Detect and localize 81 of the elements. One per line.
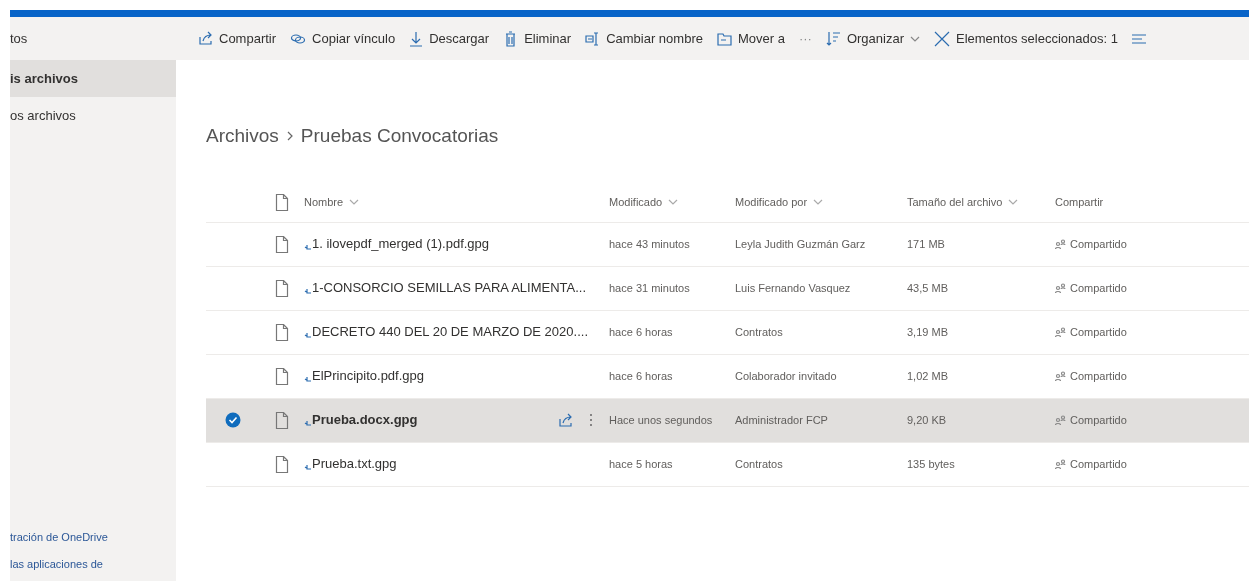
file-type-icon bbox=[275, 193, 289, 211]
people-icon bbox=[1055, 459, 1066, 469]
file-size: 1,02 MB bbox=[907, 369, 948, 382]
sidebar-link[interactable]: tración de OneDrive bbox=[10, 524, 176, 551]
file-row[interactable]: Prueba.docx.gpg Hace unos segundos Administrador FCP 9,20 KB Compartido bbox=[206, 398, 1249, 443]
sharing-status: Compartido bbox=[1070, 280, 1127, 296]
file-icon bbox=[275, 235, 289, 253]
modified-date: Hace unos segundos bbox=[609, 413, 713, 426]
file-icon bbox=[275, 411, 289, 429]
sharing-status: Compartido bbox=[1070, 368, 1127, 384]
file-name[interactable]: 1. ilovepdf_merged (1).pdf.gpg bbox=[312, 234, 490, 254]
sharing-status: Compartido bbox=[1070, 236, 1127, 252]
sidebar-item[interactable]: os archivos bbox=[10, 97, 176, 134]
modified-by: Colaborador invitado bbox=[735, 369, 837, 382]
breadcrumb-link[interactable]: Archivos bbox=[206, 122, 279, 151]
details-button[interactable] bbox=[1131, 33, 1146, 44]
modified-by: Luis Fernando Vasquez bbox=[735, 281, 851, 294]
people-icon bbox=[1055, 371, 1066, 381]
toolbar-button[interactable]: Copiar vínculo bbox=[290, 28, 396, 49]
sort-header[interactable]: Tamaño del archivo bbox=[907, 193, 1019, 211]
modified-date: hace 6 horas bbox=[609, 369, 673, 382]
sharing-status: Compartido bbox=[1070, 324, 1127, 340]
download-icon bbox=[409, 30, 424, 47]
file-row[interactable]: Prueba.txt.gpg hace 5 horas Contratos 135 bytes Compartido bbox=[206, 442, 1249, 487]
file-icon bbox=[275, 279, 289, 297]
modified-date: hace 6 horas bbox=[609, 325, 673, 338]
sort-icon bbox=[825, 31, 841, 46]
file-size: 3,19 MB bbox=[907, 325, 948, 338]
file-name[interactable]: Prueba.docx.gpg bbox=[312, 410, 418, 430]
more-icon bbox=[589, 413, 593, 427]
toolbar-button[interactable]: Compartir bbox=[198, 28, 277, 49]
sharing-status: Compartido bbox=[1070, 456, 1127, 472]
column-header[interactable]: Compartir bbox=[1055, 193, 1104, 211]
menu-icon bbox=[1131, 33, 1146, 44]
modified-by: Contratos bbox=[735, 457, 783, 470]
toolbar-button[interactable]: Cambiar nombre bbox=[585, 28, 703, 49]
people-icon bbox=[1055, 283, 1066, 293]
file-name[interactable]: 1-CONSORCIO SEMILLAS PARA ALIMENTA... bbox=[312, 278, 587, 298]
file-name[interactable]: DECRETO 440 DEL 20 DE MARZO DE 2020.... bbox=[312, 322, 588, 342]
file-name[interactable]: ElPrincipito.pdf.gpg bbox=[312, 366, 424, 386]
sharing-status: Compartido bbox=[1070, 412, 1127, 428]
modified-by: Leyla Judith Guzmán Garz bbox=[735, 237, 866, 250]
rename-icon bbox=[585, 30, 601, 47]
file-row[interactable]: 1-CONSORCIO SEMILLAS PARA ALIMENTA... hace 31 minutos Luis Fernando Vasquez 43,5 MB Compartido bbox=[206, 266, 1249, 311]
sidebar-link[interactable]: las aplicaciones de bbox=[10, 550, 176, 577]
sort-header[interactable]: Nombre bbox=[304, 193, 360, 211]
people-icon bbox=[1055, 327, 1066, 337]
people-icon bbox=[1055, 415, 1066, 425]
file-row[interactable]: 1. ilovepdf_merged (1).pdf.gpg hace 43 minutos Leyla Judith Guzmán Garz 171 MB Compartido bbox=[206, 222, 1249, 267]
modified-date: hace 5 horas bbox=[609, 457, 673, 470]
share-icon bbox=[198, 31, 213, 46]
file-name[interactable]: Prueba.txt.gpg bbox=[312, 454, 397, 474]
folder-icon bbox=[716, 31, 732, 46]
people-icon bbox=[1055, 239, 1066, 249]
toolbar-button[interactable]: Organizar bbox=[825, 28, 920, 49]
toolbar-button[interactable]: Eliminar bbox=[503, 28, 572, 49]
file-size: 135 bytes bbox=[907, 457, 955, 470]
toolbar-button[interactable]: Descargar bbox=[409, 28, 490, 49]
toolbar-button[interactable]: Mover a bbox=[716, 28, 785, 49]
sort-header[interactable]: Modificado por bbox=[735, 193, 824, 211]
modified-by: Contratos bbox=[735, 325, 783, 338]
file-row[interactable]: DECRETO 440 DEL 20 DE MARZO DE 2020.... hace 6 horas Contratos 3,19 MB Compartido bbox=[206, 310, 1249, 355]
breadcrumb-current: Pruebas Convocatorias bbox=[300, 124, 499, 148]
checkmark-icon bbox=[225, 412, 241, 428]
modified-by: Administrador FCP bbox=[735, 413, 828, 426]
file-size: 171 MB bbox=[907, 237, 945, 250]
modified-date: hace 43 minutos bbox=[609, 237, 690, 250]
sort-header[interactable]: Modificado bbox=[609, 193, 679, 211]
file-icon bbox=[275, 367, 289, 385]
file-row[interactable]: ElPrincipito.pdf.gpg hace 6 horas Colaborador invitado 1,02 MB Compartido bbox=[206, 354, 1249, 399]
close-icon bbox=[934, 30, 950, 47]
chevron-right-icon bbox=[286, 131, 293, 142]
file-size: 9,20 KB bbox=[907, 413, 947, 426]
file-size: 43,5 MB bbox=[907, 281, 948, 294]
file-icon bbox=[275, 455, 289, 473]
clear-selection-button[interactable]: Elementos seleccionados: 1 bbox=[934, 28, 1118, 49]
sidebar-item[interactable]: is archivos bbox=[10, 60, 176, 97]
modified-date: hace 31 minutos bbox=[609, 281, 690, 294]
sidebar-item[interactable]: tos bbox=[10, 17, 176, 60]
file-icon bbox=[275, 323, 289, 341]
share-icon bbox=[558, 412, 573, 428]
